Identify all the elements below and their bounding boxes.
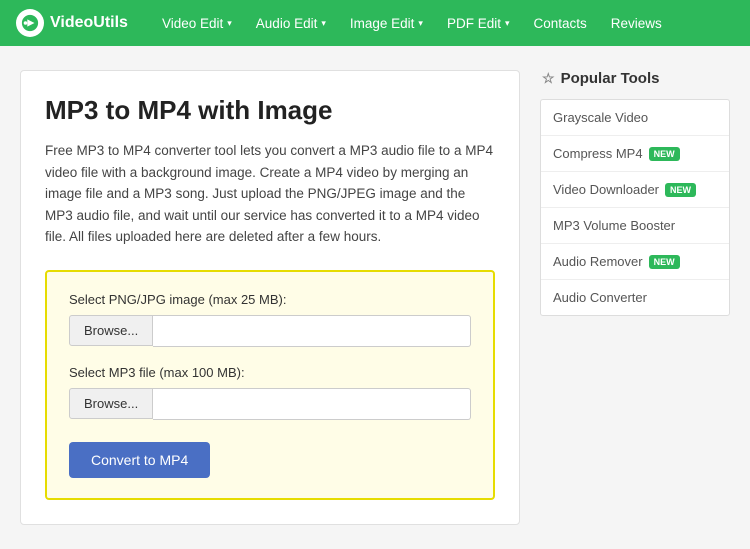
page-body: MP3 to MP4 with Image Free MP3 to MP4 co… [0, 46, 750, 549]
chevron-down-icon: ▾ [418, 18, 423, 29]
tool-item-label: Audio Remover [553, 254, 643, 269]
mp3-file-section: Select MP3 file (max 100 MB): Browse... [69, 365, 471, 420]
mp3-file-label: Select MP3 file (max 100 MB): [69, 365, 471, 380]
new-badge: NEW [665, 183, 696, 197]
tool-item[interactable]: Compress MP4 NEW [541, 136, 729, 172]
image-browse-button[interactable]: Browse... [69, 315, 153, 346]
chevron-down-icon: ▾ [505, 18, 510, 29]
image-file-name [153, 315, 471, 347]
logo-icon [16, 9, 44, 37]
mp3-browse-button[interactable]: Browse... [69, 388, 153, 419]
sidebar: ☆ Popular Tools Grayscale Video Compress … [540, 70, 730, 525]
tool-item[interactable]: Audio Remover NEW [541, 244, 729, 280]
tool-item-label: Grayscale Video [553, 110, 648, 125]
tools-list-container: Grayscale VideoCompress MP4NEWVideo Down… [540, 99, 730, 316]
nav-links: Video Edit▾Audio Edit▾Image Edit▾PDF Edi… [152, 12, 672, 35]
tool-box: Select PNG/JPG image (max 25 MB): Browse… [45, 270, 495, 500]
chevron-down-icon: ▾ [321, 18, 326, 29]
image-file-input-row: Browse... [69, 315, 471, 347]
mp3-file-name [153, 388, 471, 420]
chevron-down-icon: ▾ [227, 18, 232, 29]
popular-tools-header: ☆ Popular Tools [540, 70, 730, 87]
convert-button[interactable]: Convert to MP4 [69, 442, 210, 478]
nav-link-audio-edit[interactable]: Audio Edit▾ [246, 12, 336, 35]
star-icon: ☆ [542, 70, 555, 87]
tools-scroll[interactable]: Grayscale VideoCompress MP4NEWVideo Down… [541, 100, 729, 315]
tool-item-label: Compress MP4 [553, 146, 643, 161]
page-title: MP3 to MP4 with Image [45, 95, 495, 126]
new-badge: NEW [649, 255, 680, 269]
page-description: Free MP3 to MP4 converter tool lets you … [45, 140, 495, 248]
main-content: MP3 to MP4 with Image Free MP3 to MP4 co… [20, 70, 520, 525]
tool-item[interactable]: Grayscale Video [541, 100, 729, 136]
tool-item-label: Video Downloader [553, 182, 659, 197]
navigation: VideoUtils Video Edit▾Audio Edit▾Image E… [0, 0, 750, 46]
logo[interactable]: VideoUtils [16, 9, 128, 37]
nav-link-image-edit[interactable]: Image Edit▾ [340, 12, 433, 35]
tool-item-label: MP3 Volume Booster [553, 218, 675, 233]
image-file-section: Select PNG/JPG image (max 25 MB): Browse… [69, 292, 471, 347]
tool-item[interactable]: Audio Converter [541, 280, 729, 315]
nav-link-contacts[interactable]: Contacts [524, 12, 597, 35]
mp3-file-input-row: Browse... [69, 388, 471, 420]
new-badge: NEW [649, 147, 680, 161]
popular-tools-label: Popular Tools [561, 70, 660, 87]
nav-link-reviews[interactable]: Reviews [601, 12, 672, 35]
tool-item-label: Audio Converter [553, 290, 647, 305]
logo-text: VideoUtils [50, 14, 128, 32]
nav-link-pdf-edit[interactable]: PDF Edit▾ [437, 12, 520, 35]
nav-link-video-edit[interactable]: Video Edit▾ [152, 12, 242, 35]
image-file-label: Select PNG/JPG image (max 25 MB): [69, 292, 471, 307]
tool-item[interactable]: MP3 Volume Booster [541, 208, 729, 244]
tool-item[interactable]: Video Downloader NEW [541, 172, 729, 208]
